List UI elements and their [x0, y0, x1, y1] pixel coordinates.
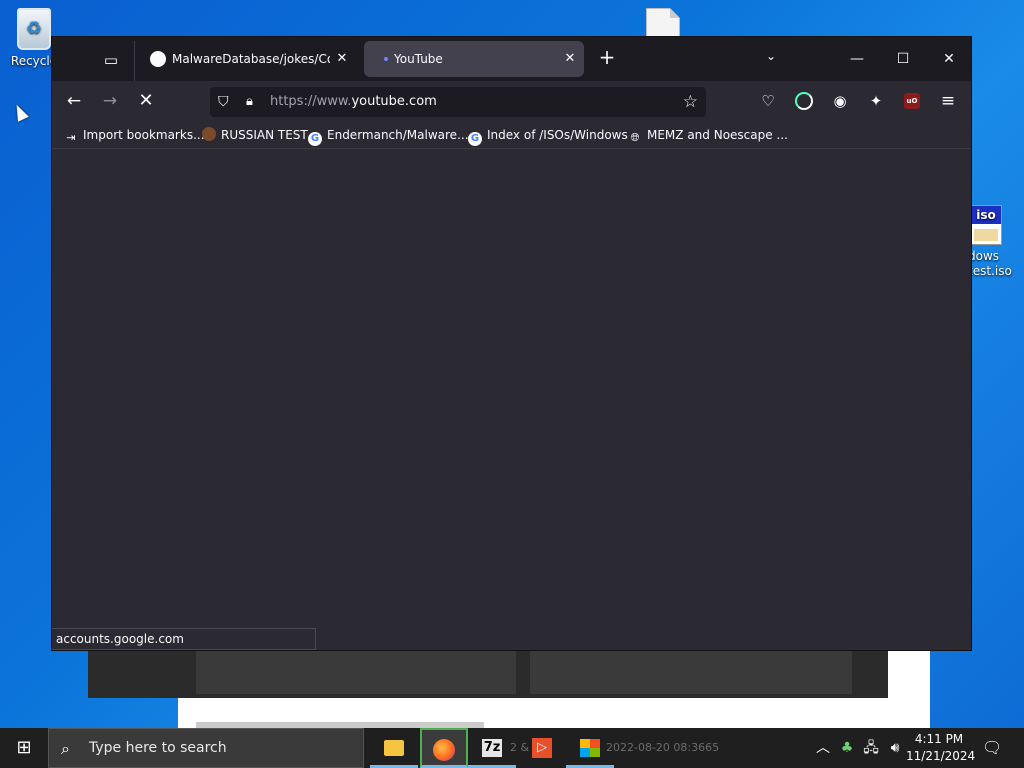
iso-image-title: iso: [971, 206, 1001, 224]
bookmark-memz[interactable]: 🌐︎ MEMZ and Noescape ...: [628, 126, 788, 144]
browser-window: ▭ MalwareDatabase/jokes/Cookie ✕ YouTube…: [51, 36, 972, 651]
close-window-button[interactable]: ✕: [926, 37, 972, 81]
tab-malware-database[interactable]: MalwareDatabase/jokes/Cookie ✕: [142, 41, 356, 77]
account-icon[interactable]: ◉: [828, 89, 852, 113]
recycle-bin-image: [17, 8, 51, 50]
page-content-area: accounts.google.com: [52, 150, 971, 650]
iso-file-icon[interactable]: iso dows test.iso: [968, 205, 1024, 279]
mouse-cursor-icon: [11, 102, 29, 122]
firefox-view-icon[interactable]: ▭: [100, 49, 122, 71]
bookmark-russian-test[interactable]: RUSSIAN TEST: [202, 126, 308, 144]
loading-dot-icon: [384, 57, 388, 61]
import-icon: ⇥: [66, 131, 76, 144]
tab-bar: ▭ MalwareDatabase/jokes/Cookie ✕ YouTube…: [52, 37, 971, 81]
pocket-icon[interactable]: ♡: [756, 89, 780, 113]
list-all-tabs-chevron-icon[interactable]: ⌄: [766, 49, 776, 63]
bookmark-endermanch[interactable]: G Endermanch/Malware...: [308, 126, 469, 146]
maximize-button[interactable]: ☐: [880, 37, 926, 81]
clock[interactable]: 4:11 PM 11/21/2024: [906, 731, 976, 765]
ublock-origin-icon[interactable]: uO: [900, 89, 924, 113]
tab-title: MalwareDatabase/jokes/Cookie: [172, 52, 330, 66]
navigation-toolbar: ← → ✕ ⛉ 🔒︎ https://www.youtube.com ☆ ♡ ◉…: [52, 81, 971, 121]
close-tab-icon[interactable]: ✕: [562, 41, 578, 77]
firefox-icon[interactable]: [420, 728, 468, 768]
new-tab-button[interactable]: +: [596, 47, 618, 69]
clock-time: 4:11 PM: [914, 732, 964, 746]
tracking-protection-shield-icon[interactable]: ⛉: [218, 94, 229, 110]
volume-icon[interactable]: 🔊︎: [886, 728, 904, 768]
bookmark-star-icon[interactable]: ☆: [683, 92, 698, 112]
taskbar: ⊞ ⌕ Type here to search 7z 2 & ▷ 2022-08…: [0, 728, 1024, 768]
show-hidden-icons-chevron-icon[interactable]: ︿: [814, 728, 832, 768]
address-bar[interactable]: ⛉ 🔒︎ https://www.youtube.com ☆: [210, 87, 706, 117]
background-window-dark: [88, 648, 888, 698]
sync-icon[interactable]: [792, 89, 816, 113]
stop-loading-button[interactable]: ✕: [134, 89, 158, 113]
avatar-icon: [202, 127, 216, 141]
github-icon: [150, 51, 166, 67]
taskbar-search[interactable]: ⌕ Type here to search: [48, 728, 364, 768]
minimize-button[interactable]: —: [834, 37, 880, 81]
extensions-icon[interactable]: ✦: [864, 89, 888, 113]
iso-file-label: dows test.iso: [968, 249, 1012, 278]
bookmark-index-isos[interactable]: G Index of /ISOs/Windows: [468, 126, 628, 146]
media-player-icon[interactable]: ▷: [518, 728, 566, 768]
tray-app-icon[interactable]: ♣: [838, 728, 856, 768]
tab-title: YouTube: [394, 52, 443, 66]
search-icon: ⌕: [61, 739, 70, 758]
url-text[interactable]: https://www.youtube.com: [270, 94, 437, 109]
windows-start-icon[interactable]: ⊞: [0, 728, 48, 768]
taskbar-ghost-text-2: 2022-08-20 08:3665: [606, 741, 720, 754]
lock-icon[interactable]: 🔒︎: [246, 94, 253, 109]
google-icon: G: [468, 132, 482, 146]
bookmark-import[interactable]: ⇥ Import bookmarks...: [64, 126, 204, 144]
close-tab-icon[interactable]: ✕: [334, 41, 350, 77]
clock-date: 11/21/2024: [906, 749, 976, 763]
menu-hamburger-icon[interactable]: ≡: [936, 89, 960, 113]
bookmarks-toolbar: ⇥ Import bookmarks... RUSSIAN TEST G Ender…: [52, 121, 971, 149]
forward-button[interactable]: →: [98, 89, 122, 113]
globe-icon: 🌐︎: [630, 131, 640, 144]
search-placeholder: Type here to search: [89, 740, 227, 756]
back-button[interactable]: ←: [62, 89, 86, 113]
file-explorer-icon[interactable]: [370, 728, 418, 768]
network-icon[interactable]: 🖧︎: [862, 728, 880, 768]
google-icon: G: [308, 132, 322, 146]
7zip-icon[interactable]: 7z: [468, 728, 516, 768]
iso-image: iso: [970, 205, 1002, 245]
tab-youtube[interactable]: YouTube ✕: [364, 41, 584, 77]
notifications-icon[interactable]: 🗨︎: [982, 728, 1002, 768]
status-bar: accounts.google.com: [52, 628, 316, 650]
